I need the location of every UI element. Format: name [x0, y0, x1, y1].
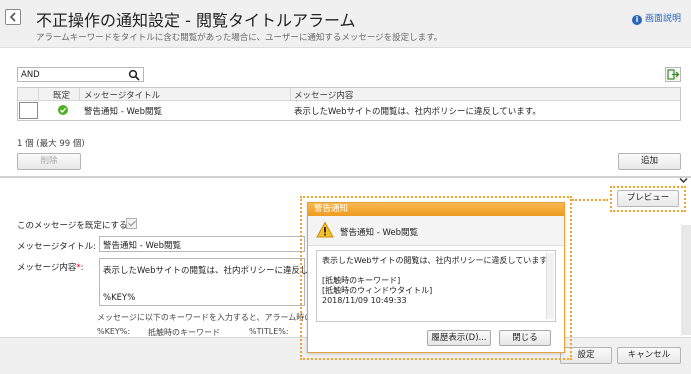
popup-line-4: [抵触時のウィンドウタイトル] [322, 286, 433, 295]
content-line-2: %KEY% [103, 293, 136, 303]
table-row[interactable]: 警告通知 - Web閲覧 表示したWebサイトの閲覧は、社内ポリシーに違反してい… [18, 102, 680, 119]
row-content: 表示したWebサイトの閲覧は、社内ポリシーに違反しています。 [294, 107, 541, 117]
keyword-key: %KEY%: [97, 327, 131, 336]
default-checkbox[interactable] [126, 218, 137, 229]
message-content-field[interactable]: 表示したWebサイトの閲覧は、社内ポリシーに違反しています %KEY% [99, 258, 342, 306]
popup-line-1: 表示したWebサイトの閲覧は、社内ポリシーに違反しています。 [322, 256, 555, 265]
preview-highlight: プレビュー [610, 186, 686, 212]
popup-window-title: 警告通知 [308, 203, 564, 216]
column-header-title[interactable]: メッセージタイトル [84, 89, 160, 101]
popup-header: 警告通知 - Web閲覧 [308, 216, 564, 246]
export-button[interactable] [665, 67, 681, 82]
help-label: 画面説明 [644, 14, 681, 24]
default-setting-label: このメッセージを既定にする: [17, 221, 131, 231]
message-title-field[interactable]: 警告通知 - Web閲覧 [99, 236, 305, 252]
message-title-label: メッセージタイトル: [17, 242, 97, 252]
help-link[interactable]: i 画面説明 [631, 11, 681, 25]
page-title: 不正操作の通知設定 - 閲覧タイトルアラーム [36, 11, 356, 30]
search-box [17, 67, 144, 82]
right-scrollbar[interactable] [681, 225, 691, 335]
message-count: 1 個 (最大 99 個) [17, 139, 85, 149]
popup-message-box: 表示したWebサイトの閲覧は、社内ポリシーに違反しています。 [抵触時のキーワー… [316, 250, 556, 322]
default-check-icon [58, 105, 68, 115]
search-icon[interactable] [128, 69, 140, 81]
back-arrow-icon[interactable] [5, 9, 21, 25]
close-button[interactable]: 閉じる [499, 330, 551, 346]
delete-button[interactable]: 削除 [17, 153, 81, 170]
warning-popup: 警告通知 警告通知 - Web閲覧 表示したWebサイトの閲覧は、社内ポリシーに… [307, 202, 565, 353]
column-header-default[interactable]: 既定 [53, 89, 70, 101]
message-content-label: メッセージ内容*: [17, 263, 84, 273]
column-header-content[interactable]: メッセージ内容 [294, 89, 353, 101]
export-icon [667, 69, 680, 80]
search-input[interactable] [18, 68, 118, 81]
add-button[interactable]: 追加 [618, 153, 681, 170]
page-description: アラームキーワードをタイトルに含む閲覧があった場合に、ユーザーに通知するメッセー… [36, 33, 443, 43]
history-button[interactable]: 履歴表示(D)... [427, 330, 491, 346]
table-header: 既定 メッセージタイトル メッセージ内容 [18, 88, 680, 101]
page-header: 不正操作の通知設定 - 閲覧タイトルアラーム アラームキーワードをタイトルに含む… [0, 0, 691, 48]
message-table: 既定 メッセージタイトル メッセージ内容 警告通知 - Web閲覧 表示したWe… [17, 87, 681, 121]
callout-line [572, 199, 608, 201]
popup-scrollbar[interactable] [546, 253, 554, 319]
popup-subject: 警告通知 - Web閲覧 [340, 228, 419, 238]
preview-button[interactable]: プレビュー [617, 190, 679, 207]
cancel-button[interactable]: キャンセル [617, 347, 681, 364]
popup-line-5: 2018/11/09 10:49:33 [322, 296, 407, 305]
row-title: 警告通知 - Web閲覧 [84, 107, 163, 117]
keyword-title: %TITLE%: [249, 327, 289, 336]
warning-triangle-icon [316, 221, 334, 238]
info-icon: i [631, 15, 642, 25]
